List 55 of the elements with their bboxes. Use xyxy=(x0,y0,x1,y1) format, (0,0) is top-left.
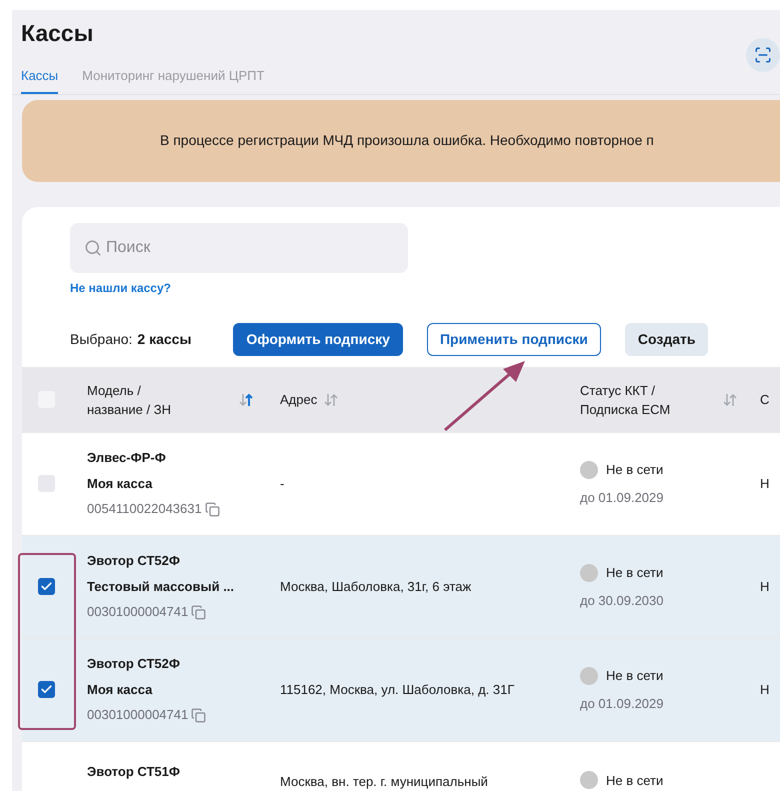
table-row[interactable]: Эвотор СТ52Ф Моя касса 00301000004741 115162, Москва, ул. Шаболовка, д. 31Г Не в сети до 01.09.2029 Н xyxy=(22,638,780,742)
sort-icon[interactable] xyxy=(323,392,340,408)
table-cell-text: Н xyxy=(760,680,770,699)
copy-icon[interactable] xyxy=(191,708,206,722)
cash-register-name: Моя касса xyxy=(87,474,154,493)
table-row[interactable]: Эвотор СТ52Ф Тестовый массовый ... 00301000004741 Москва, Шаболовка, 31г, 6 этаж Не в сети до 30.09.2030 Н xyxy=(22,536,780,638)
cash-register-name: Тестовый массовый ... xyxy=(87,578,236,596)
copy-icon[interactable] xyxy=(191,604,206,620)
status-text: Не в сети xyxy=(606,772,664,790)
model-name: Эвотор СТ52Ф xyxy=(87,552,181,570)
copy-icon[interactable] xyxy=(204,502,220,516)
scanner-button[interactable] xyxy=(746,38,780,72)
scanner-icon xyxy=(754,46,772,64)
page-title: Кассы xyxy=(21,19,94,48)
banner-text: В процессе регистрации МЧД произошла ошибка. Необходимо повторное п xyxy=(160,131,654,150)
action-button[interactable]: Применить подписки xyxy=(426,322,601,356)
action-button[interactable]: Оформить подписку xyxy=(233,322,403,356)
search-field[interactable]: Поиск xyxy=(70,222,408,272)
column-header: Адрес xyxy=(280,391,318,409)
serial-number: 0054110022043631 xyxy=(87,500,202,518)
sort-icon[interactable] xyxy=(722,392,738,408)
action-button[interactable]: Создать xyxy=(624,322,708,356)
status-text: Не в сети xyxy=(606,564,664,582)
status-text: Не в сети xyxy=(606,667,664,685)
column-header: С xyxy=(760,391,770,409)
check-icon xyxy=(40,683,52,696)
address: Москва, вн. тер. г. муниципальный xyxy=(280,774,488,788)
subscription-date: до 30.09.2030 xyxy=(580,592,664,610)
address: - xyxy=(280,476,284,490)
sort-icon[interactable] xyxy=(238,392,254,408)
serial-number: 00301000004741 xyxy=(87,603,188,622)
table-row[interactable]: Элвес-ФР-Ф Моя касса 0054110022043631 - Не в сети до 01.09.2029 Н xyxy=(22,432,780,536)
table-cell-text: Н xyxy=(760,474,770,493)
checkbox[interactable] xyxy=(38,681,54,698)
table-cell-text: Н xyxy=(760,578,770,596)
checkbox[interactable] xyxy=(38,578,54,595)
search-icon xyxy=(84,238,102,256)
column-header: Статус ККТ / Подписка ЕСМ xyxy=(580,382,672,418)
model-name: Эвотор СТ51Ф xyxy=(87,762,181,781)
tab[interactable]: Кассы xyxy=(21,66,58,94)
subscription-date: до 01.09.2029 xyxy=(580,694,664,713)
status-text: Не в сети xyxy=(606,461,664,479)
cash-register-name: Моя касса xyxy=(87,680,154,699)
table-row[interactable]: Эвотор СТ51Ф Москва, вн. тер. г. муниципальный Не в сети xyxy=(22,742,780,791)
model-name: Эвотор СТ52Ф xyxy=(87,655,181,674)
column-header: Модель / название / ЗН xyxy=(87,382,172,418)
serial-number: 00301000004741 xyxy=(87,706,188,724)
check-icon xyxy=(40,580,52,593)
selection-label: Выбрано: xyxy=(70,330,132,349)
address: Москва, Шаболовка, 31г, 6 этаж xyxy=(280,578,472,594)
selection-count: 2 кассы xyxy=(137,330,192,348)
address: 115162, Москва, ул. Шаболовка, д. 31Г xyxy=(280,682,514,696)
model-name: Элвес-ФР-Ф xyxy=(87,449,167,468)
subscription-date: до 01.09.2029 xyxy=(580,488,664,507)
not-found-link[interactable]: Не нашли кассу? xyxy=(70,278,780,296)
